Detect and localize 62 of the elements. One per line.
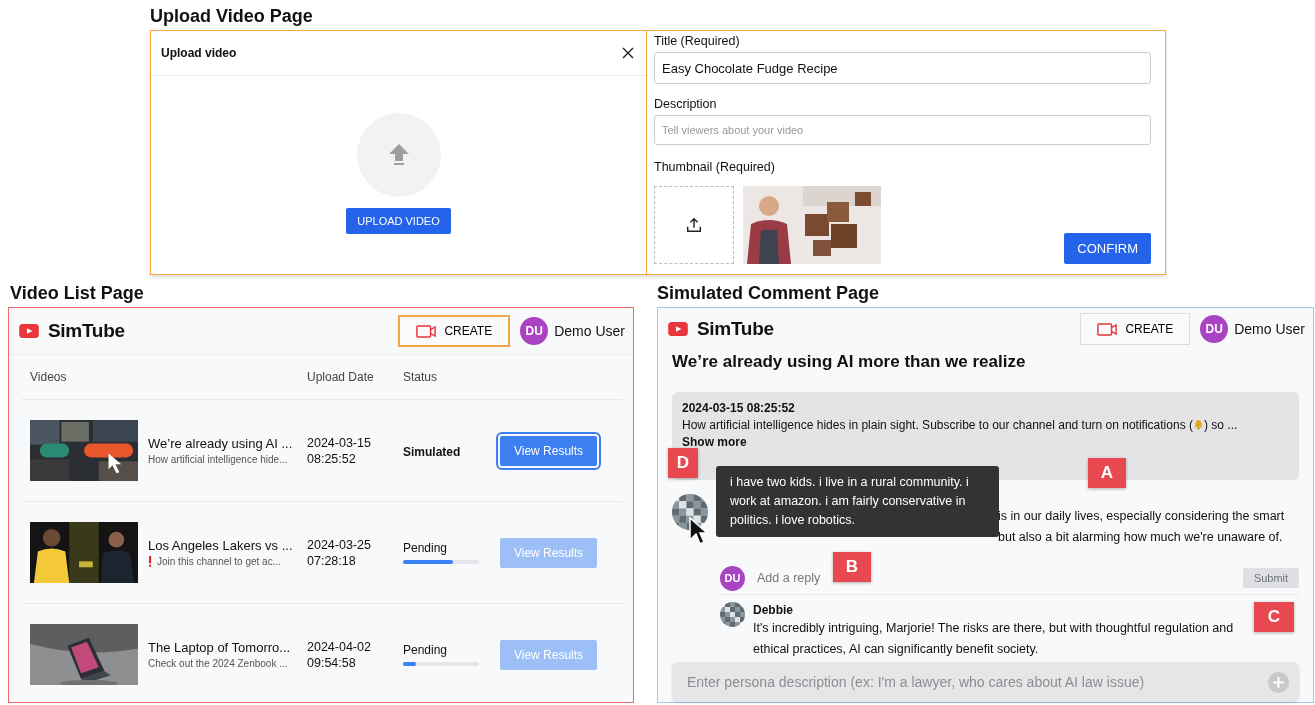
description-text: How artificial intelligence hides in plain sight. Subscribe to our channel and turn on notifications ( ) so ... <box>682 418 1239 432</box>
camera-icon <box>416 324 437 338</box>
section-caption: Upload Video Page <box>150 5 314 28</box>
upload-time: 07:28:18 <box>307 553 357 568</box>
thumbnail-upload-area[interactable] <box>654 186 734 264</box>
logo-icon <box>19 324 39 338</box>
video-description: Check out the 2024 Zenbook ... <box>148 658 288 669</box>
persona-tooltip: i have two kids. i live in a rural community. i work at amazon. i am fairly conservative in politics. i love robotics. <box>716 466 999 537</box>
avatar-icon <box>720 602 745 627</box>
status-text: Pending <box>403 643 449 657</box>
create-button[interactable]: CREATE <box>1080 313 1191 345</box>
create-button[interactable]: CREATE <box>398 315 511 347</box>
dialog-title: Upload video <box>161 46 238 60</box>
column-header: Status <box>403 370 439 384</box>
callout-marker: C <box>1254 602 1294 632</box>
section-caption: Simulated Comment Page <box>657 282 881 305</box>
callout-marker: D <box>668 448 698 478</box>
upload-date: 2024-03-25 <box>307 537 372 552</box>
status-text: Simulated <box>403 444 461 459</box>
status-text: Pending <box>403 541 449 555</box>
upload-video-button[interactable]: UPLOAD VIDEO <box>346 208 451 234</box>
title-field[interactable]: Easy Chocolate Fudge Recipe <box>654 52 1151 84</box>
field-label: Title (Required) <box>654 33 741 49</box>
show-more-link[interactable]: Show more <box>682 435 1289 449</box>
upload-time: 08:25:52 <box>307 451 357 466</box>
column-header: Upload Date <box>307 370 375 384</box>
user-name: Demo User <box>554 323 625 339</box>
upload-time: 09:54:58 <box>307 655 357 670</box>
field-label: Thumbnail (Required) <box>654 159 776 175</box>
user-avatar: DU <box>720 565 745 591</box>
field-label: Description <box>654 96 718 112</box>
video-title: We’re already using AI more than we realize <box>671 351 1027 373</box>
app-logo: SimTube <box>48 320 125 342</box>
timestamp: 2024-03-15 08:25:52 <box>682 401 796 415</box>
description-field[interactable]: Tell viewers about your video <box>654 115 1151 145</box>
comment-text: but also a bit alarming how much we're unaware of. <box>998 529 1284 546</box>
logo-icon <box>668 322 688 336</box>
upload-icon <box>685 216 703 234</box>
upload-date: 2024-03-15 <box>307 435 372 450</box>
callout-marker: B <box>833 552 871 582</box>
reply-field[interactable]: Add a reply <box>757 571 829 585</box>
video-description: How artificial intelligence hide... <box>148 454 288 465</box>
callout-marker: A <box>1088 458 1126 488</box>
user-avatar[interactable]: DU <box>1200 315 1229 343</box>
close-icon[interactable] <box>622 47 634 59</box>
video-description: Join this channel to get ac... <box>157 556 281 567</box>
bell-icon <box>1192 419 1204 430</box>
section-caption: Video List Page <box>10 282 145 305</box>
confirm-button[interactable]: CONFIRM <box>1064 233 1151 264</box>
upload-icon <box>356 113 441 197</box>
camera-icon <box>1097 322 1118 336</box>
reply-text: It's incredibly intriguing, Marjorie! The risks are there, but with thoughtful regulation and ethical practices, AI can significantly benefit society. <box>753 620 1235 658</box>
reply-author: Debbie <box>753 602 794 618</box>
persona-input[interactable]: Enter persona description (ex: I'm a lawyer, who cares about AI law issue) <box>672 662 1299 702</box>
user-avatar[interactable]: DU <box>520 317 549 345</box>
video-title[interactable]: We’re already using AI ... <box>148 436 293 451</box>
comment-text: is in our daily lives, especially considering the smart <box>998 508 1285 525</box>
user-name: Demo User <box>1234 321 1305 337</box>
cursor-icon <box>688 516 708 546</box>
upload-date: 2024-04-02 <box>307 639 372 654</box>
app-logo: SimTube <box>697 318 774 340</box>
column-header: Videos <box>29 370 68 384</box>
